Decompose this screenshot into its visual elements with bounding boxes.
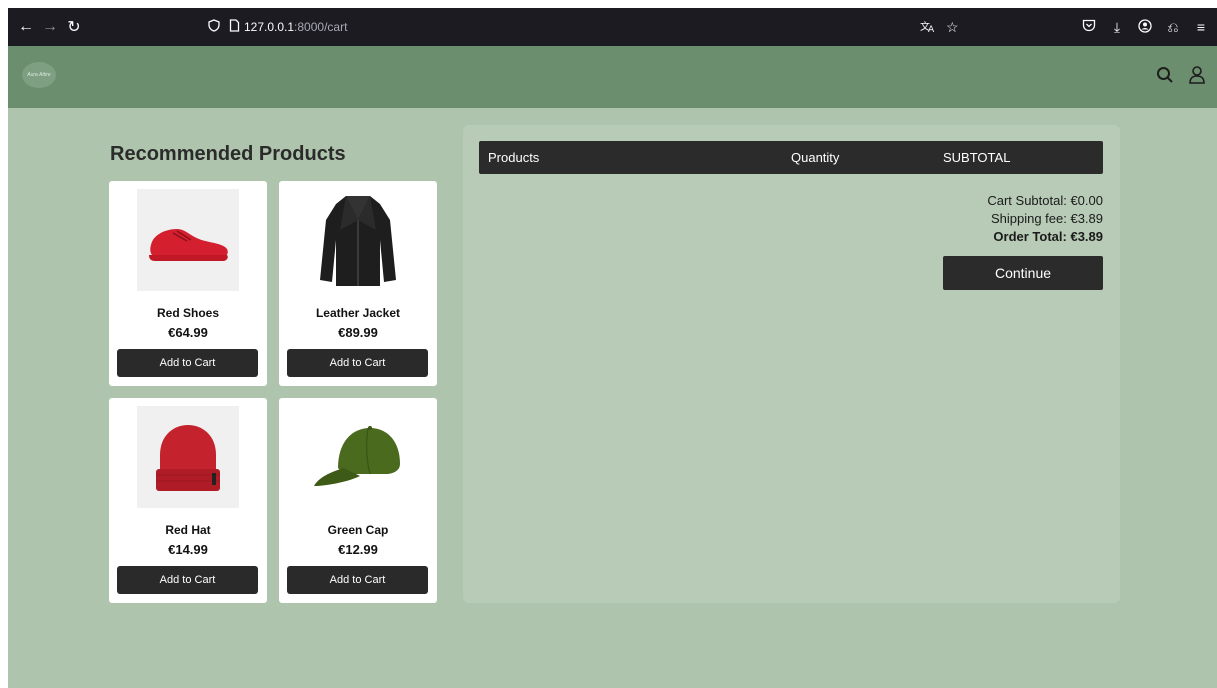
menu-icon[interactable]: ≡	[1191, 19, 1211, 35]
cart-panel: Products Quantity SUBTOTAL Cart Subtotal…	[463, 125, 1120, 603]
cart-page: Recommended Products Red Shoes €64.99 Ad…	[8, 108, 1217, 688]
address-bar[interactable]: 127.0.0.1:8000/cart	[204, 14, 916, 40]
recommended-title: Recommended Products	[110, 143, 346, 165]
add-to-cart-button[interactable]: Add to Cart	[287, 349, 428, 377]
site-header: Aura Attire	[8, 46, 1217, 108]
pocket-icon[interactable]	[1079, 19, 1099, 35]
column-subtotal: SUBTOTAL	[943, 150, 1011, 165]
product-name: Green Cap	[327, 523, 389, 537]
search-icon[interactable]	[1154, 64, 1176, 86]
product-card-red-hat: Red Hat €14.99 Add to Cart	[109, 398, 267, 603]
order-total: Order Total: €3.89	[993, 229, 1103, 244]
shipping-fee: Shipping fee: €3.89	[990, 211, 1103, 226]
column-quantity: Quantity	[791, 150, 840, 165]
extensions-icon[interactable]: ⎌	[1163, 19, 1183, 36]
product-price: €12.99	[338, 542, 378, 557]
cart-subtotal: Cart Subtotal: €0.00	[987, 193, 1103, 208]
product-name: Red Hat	[165, 523, 211, 537]
nav-buttons: ← → ↻	[14, 8, 86, 46]
add-to-cart-button[interactable]: Add to Cart	[287, 566, 428, 594]
site-logo[interactable]: Aura Attire	[22, 62, 56, 88]
window-edge	[0, 0, 8, 688]
product-price: €14.99	[168, 542, 208, 557]
url-path: :8000/cart	[294, 20, 348, 34]
product-price: €89.99	[338, 325, 378, 340]
toolbar-right: ⤓ ⎌ ≡	[1079, 8, 1211, 46]
red-shoes-image	[137, 189, 239, 291]
cart-totals: Cart Subtotal: €0.00 Shipping fee: €3.89…	[987, 192, 1103, 246]
browser-toolbar: ← → ↻ 127.0.0.1:8000/cart 文A ☆ ⤓ ⎌ ≡	[8, 8, 1217, 46]
red-hat-image	[137, 406, 239, 508]
user-icon[interactable]	[1186, 64, 1208, 86]
svg-text:A: A	[928, 25, 935, 33]
download-icon[interactable]: ⤓	[1107, 19, 1127, 36]
translate-icon[interactable]: 文A	[920, 19, 936, 36]
product-name: Leather Jacket	[315, 306, 401, 320]
continue-button[interactable]: Continue	[943, 256, 1103, 290]
cart-table-header: Products Quantity SUBTOTAL	[479, 141, 1103, 174]
account-icon[interactable]	[1135, 18, 1155, 36]
page-icon	[224, 19, 244, 35]
product-price: €64.99	[168, 325, 208, 340]
back-icon[interactable]: ←	[14, 18, 38, 36]
column-products: Products	[488, 150, 540, 165]
product-card-red-shoes: Red Shoes €64.99 Add to Cart	[109, 181, 267, 386]
product-card-leather-jacket: Leather Jacket €89.99 Add to Cart	[279, 181, 437, 386]
green-cap-image	[307, 406, 409, 508]
product-card-green-cap: Green Cap €12.99 Add to Cart	[279, 398, 437, 603]
add-to-cart-button[interactable]: Add to Cart	[117, 349, 258, 377]
bookmark-star-icon[interactable]: ☆	[946, 19, 959, 36]
shield-icon[interactable]	[204, 19, 224, 35]
product-name: Red Shoes	[156, 306, 219, 320]
forward-icon[interactable]: →	[38, 18, 62, 36]
leather-jacket-image	[307, 189, 409, 291]
url-host: 127.0.0.1	[244, 20, 295, 34]
url-tools: 文A ☆	[920, 8, 959, 46]
reload-icon[interactable]: ↻	[62, 17, 86, 37]
add-to-cart-button[interactable]: Add to Cart	[117, 566, 258, 594]
